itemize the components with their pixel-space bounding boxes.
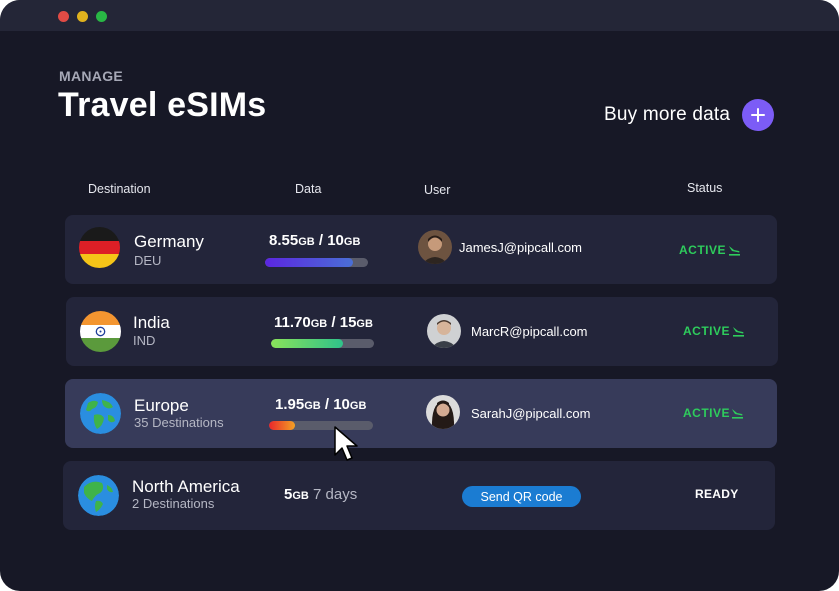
data-used-unit: GB [298, 236, 315, 248]
page-title: Travel eSIMs [58, 86, 267, 124]
user-email: MarcR@pipcall.com [471, 324, 588, 339]
data-used: 8.55 [269, 232, 299, 249]
data-usage-bar-fill [271, 339, 344, 348]
destination-count: 2 Destinations [132, 496, 215, 511]
minimize-window-button[interactable] [77, 11, 88, 22]
user-avatar [418, 230, 452, 264]
send-qr-code-button[interactable]: Send QR code [462, 486, 581, 507]
buy-more-data-button[interactable]: Buy more data [604, 99, 775, 131]
germany-flag-icon [79, 227, 120, 268]
globe-icon [80, 393, 121, 434]
status-badge: ACTIVE [683, 406, 731, 420]
esim-row-germany[interactable]: Germany DEU 8.55GB / 10GB JamesJ@pipcall… [65, 215, 777, 284]
esim-row-north-america[interactable]: North America 2 Destinations 5GB 7 days … [63, 461, 775, 530]
column-header-destination: Destination [88, 182, 151, 196]
status-badge: ACTIVE [683, 324, 731, 338]
user-email: SarahJ@pipcall.com [471, 406, 591, 421]
user-avatar [426, 395, 460, 429]
data-separator: / [314, 232, 328, 249]
data-total: 15 [339, 314, 357, 331]
user-avatar [427, 314, 461, 348]
destination-code: DEU [134, 253, 162, 268]
data-separator: / [327, 314, 340, 331]
data-usage-bar [265, 258, 368, 267]
user-email: JamesJ@pipcall.com [459, 240, 583, 255]
data-total-unit: GB [349, 400, 367, 412]
plan-allowance: 5GB 7 days [284, 486, 357, 503]
maximize-window-button[interactable] [96, 11, 107, 22]
plan-duration: 7 days [308, 486, 358, 503]
destination-name: Germany [134, 232, 204, 251]
column-header-status: Status [687, 181, 723, 195]
title-bar [0, 0, 839, 31]
data-usage-text: 11.70GB / 15GB [274, 314, 373, 331]
page-eyebrow: MANAGE [59, 68, 124, 84]
esim-row-india[interactable]: India IND 11.70GB / 15GB MarcR@pipcall.c… [66, 297, 778, 366]
plane-landing-icon [728, 243, 741, 256]
data-used: 11.70 [274, 314, 311, 331]
plus-icon[interactable] [742, 99, 775, 131]
destination-name: India [133, 313, 170, 332]
column-header-data: Data [295, 182, 322, 196]
destination-count: 35 Destinations [134, 415, 224, 430]
data-total-unit: GB [356, 318, 373, 330]
data-used-unit: GB [310, 318, 328, 330]
data-usage-text: 1.95GB / 10GB [275, 396, 366, 413]
status-badge: READY [695, 487, 739, 501]
data-usage-bar [271, 339, 374, 348]
plane-landing-icon [732, 324, 745, 337]
destination-code: IND [133, 333, 156, 348]
mouse-cursor-icon [334, 426, 358, 461]
buy-more-data-label: Buy more data [604, 104, 731, 125]
esim-row-europe[interactable]: Europe 35 Destinations 1.95GB / 10GB Sar… [65, 379, 777, 448]
plan-unit: GB [292, 490, 309, 502]
globe-icon [78, 475, 119, 516]
data-usage-text: 8.55GB / 10GB [269, 232, 360, 249]
column-header-user: User [424, 183, 451, 197]
data-used-unit: GB [304, 400, 321, 412]
data-total: 10 [327, 232, 344, 249]
app-window: MANAGE Travel eSIMs Buy more data Destin… [0, 0, 839, 591]
data-used: 1.95 [275, 396, 305, 413]
data-usage-bar-fill [265, 258, 354, 267]
status-badge: ACTIVE [679, 243, 727, 257]
close-window-button[interactable] [58, 11, 69, 22]
plane-landing-icon [731, 406, 744, 419]
data-separator: / [320, 396, 334, 413]
india-flag-icon [80, 311, 121, 352]
destination-name: North America [132, 477, 240, 496]
data-total: 10 [333, 396, 350, 413]
data-usage-bar-fill [269, 421, 295, 430]
destination-name: Europe [134, 396, 189, 415]
data-total-unit: GB [343, 236, 361, 248]
